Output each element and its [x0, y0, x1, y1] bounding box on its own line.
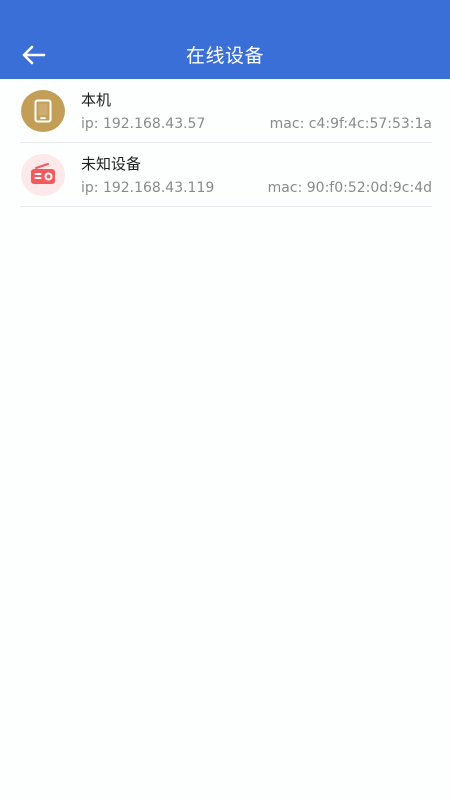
device-name: 未知设备: [81, 155, 142, 173]
device-row-unknown[interactable]: 未知设备 ip: 192.168.43.119 mac: 90:f0:52:0d…: [20, 143, 432, 207]
device-ip-address: ip: 192.168.43.57: [81, 116, 206, 132]
device-ip-address: ip: 192.168.43.119: [81, 180, 215, 196]
online-device-list: 本机 ip: 192.168.43.57 mac: c4:9f:4c:57:53…: [20, 79, 432, 207]
local-device-avatar: [21, 90, 65, 132]
phone-icon: [34, 99, 52, 123]
device-mac-address: mac: 90:f0:52:0d:9c:4d: [267, 180, 432, 196]
device-name: 本机: [81, 91, 112, 109]
page-title: 在线设备: [185, 45, 264, 67]
device-row-local[interactable]: 本机 ip: 192.168.43.57 mac: c4:9f:4c:57:53…: [20, 79, 432, 143]
top-app-bar: 在线设备: [0, 0, 450, 79]
unknown-device-avatar: [21, 154, 65, 196]
app-screen: 在线设备 本机 ip: 192.168.43.57 mac: c4:9f:4c:…: [0, 0, 450, 800]
radio-icon: [31, 163, 55, 184]
device-mac-address: mac: c4:9f:4c:57:53:1a: [269, 116, 432, 132]
